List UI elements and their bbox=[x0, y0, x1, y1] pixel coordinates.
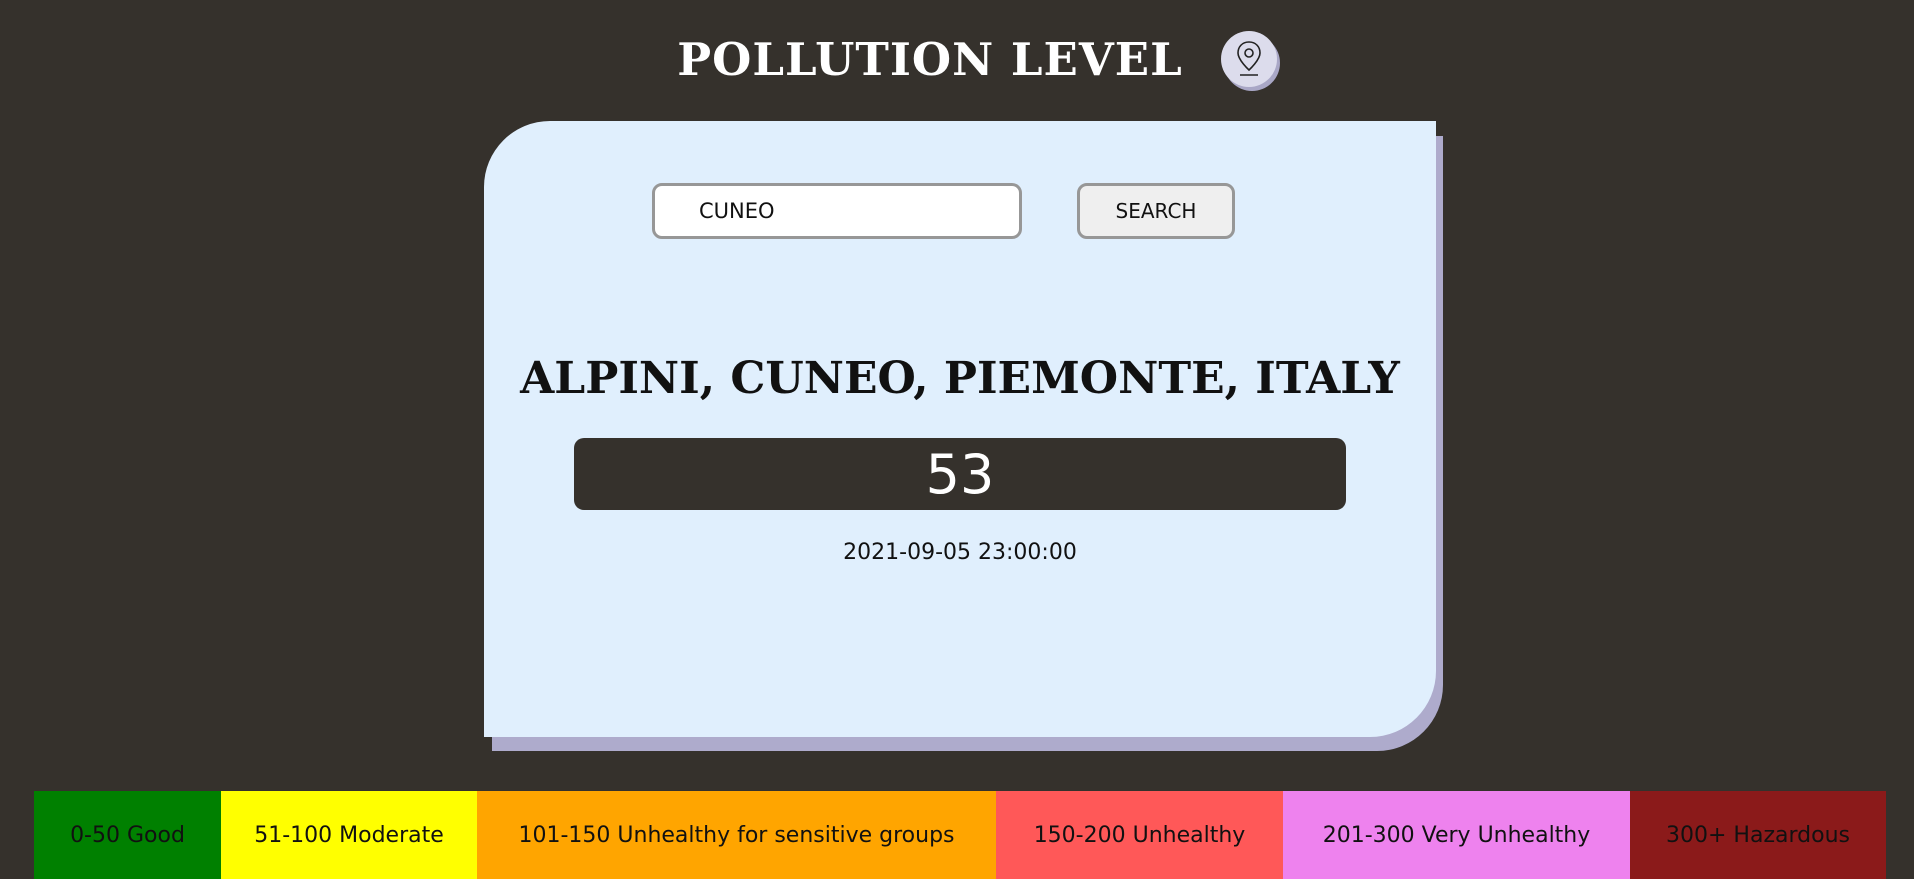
result-card: SEARCH ALPINI, CUNEO, PIEMONTE, ITALY 53… bbox=[484, 121, 1436, 737]
page-title: POLLUTION LEVEL bbox=[677, 32, 1183, 86]
legend-hazardous: 300+ Hazardous bbox=[1630, 791, 1886, 879]
timestamp: 2021-09-05 23:00:00 bbox=[843, 540, 1077, 565]
location-button[interactable] bbox=[1220, 31, 1277, 87]
legend-good: 0-50 Good bbox=[34, 791, 221, 879]
aqi-legend: 0-50 Good 51-100 Moderate 101-150 Unheal… bbox=[34, 791, 1886, 879]
search-input[interactable] bbox=[652, 183, 1022, 239]
location-name: ALPINI, CUNEO, PIEMONTE, ITALY bbox=[520, 353, 1400, 404]
app-header: POLLUTION LEVEL bbox=[0, 28, 1914, 90]
search-button[interactable]: SEARCH bbox=[1077, 183, 1235, 239]
legend-very-unhealthy: 201-300 Very Unhealthy bbox=[1283, 791, 1630, 879]
aqi-display: 53 bbox=[574, 438, 1346, 510]
legend-moderate: 51-100 Moderate bbox=[221, 791, 477, 879]
legend-unhealthy-sensitive: 101-150 Unhealthy for sensitive groups bbox=[477, 791, 996, 879]
map-pin-icon bbox=[1236, 41, 1261, 76]
aqi-value: 53 bbox=[925, 442, 995, 506]
legend-unhealthy: 150-200 Unhealthy bbox=[996, 791, 1283, 879]
